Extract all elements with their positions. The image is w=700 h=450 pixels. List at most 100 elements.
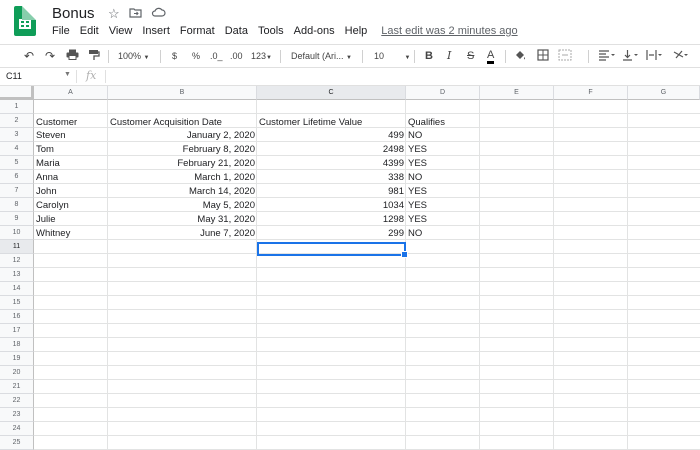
cell-qualifies[interactable]: YES — [406, 185, 480, 198]
increase-decimal-button[interactable]: .00 — [230, 49, 243, 63]
cell-c2[interactable]: Customer Lifetime Value — [257, 116, 406, 129]
document-title[interactable]: Bonus — [52, 5, 95, 22]
menu-edit[interactable]: Edit — [80, 25, 99, 37]
active-cell-selection[interactable] — [257, 242, 408, 258]
row-header[interactable]: 7 — [0, 184, 34, 198]
column-header-e[interactable]: E — [480, 86, 554, 100]
horizontal-align-icon[interactable] — [598, 49, 616, 65]
column-header-c[interactable]: C — [257, 86, 406, 100]
row-header[interactable]: 24 — [0, 422, 34, 436]
cell-customer[interactable]: Julie — [34, 213, 108, 226]
cell-customer[interactable]: Tom — [34, 143, 108, 156]
menu-data[interactable]: Data — [225, 25, 248, 37]
bold-button[interactable]: B — [425, 49, 433, 63]
row-header[interactable]: 17 — [0, 324, 34, 338]
row-header[interactable]: 23 — [0, 408, 34, 422]
row-header[interactable]: 10 — [0, 226, 34, 240]
row-header[interactable]: 12 — [0, 254, 34, 268]
row-header[interactable]: 13 — [0, 268, 34, 282]
row-header[interactable]: 20 — [0, 366, 34, 380]
column-header-a[interactable]: A — [34, 86, 108, 100]
cell-customer[interactable]: John — [34, 185, 108, 198]
percent-format-button[interactable]: % — [192, 49, 200, 63]
star-icon[interactable]: ☆ — [108, 6, 120, 22]
menu-add-ons[interactable]: Add-ons — [294, 25, 335, 37]
cell-lifetime-value[interactable]: 1034 — [257, 199, 406, 212]
cell-customer[interactable]: Whitney — [34, 227, 108, 240]
row-header[interactable]: 18 — [0, 338, 34, 352]
row-header[interactable]: 5 — [0, 156, 34, 170]
cell-lifetime-value[interactable]: 338 — [257, 171, 406, 184]
menu-format[interactable]: Format — [180, 25, 215, 37]
cell-qualifies[interactable]: NO — [406, 129, 480, 142]
name-box[interactable]: C11 — [6, 71, 22, 81]
cloud-status-icon[interactable] — [151, 6, 166, 21]
cell-a2[interactable]: Customer — [34, 116, 108, 129]
row-header[interactable]: 15 — [0, 296, 34, 310]
cell-qualifies[interactable]: YES — [406, 213, 480, 226]
borders-icon[interactable] — [537, 49, 549, 65]
cell-customer[interactable]: Steven — [34, 129, 108, 142]
menu-view[interactable]: View — [109, 25, 133, 37]
column-header-f[interactable]: F — [554, 86, 628, 100]
row-header[interactable]: 4 — [0, 142, 34, 156]
row-header[interactable]: 3 — [0, 128, 34, 142]
row-header[interactable]: 25 — [0, 436, 34, 450]
redo-icon[interactable]: ↷ — [45, 49, 55, 63]
cell-qualifies[interactable]: NO — [406, 171, 480, 184]
cell-acquisition-date[interactable]: February 8, 2020 — [108, 143, 257, 156]
strikethrough-button[interactable]: S — [467, 49, 474, 63]
cell-acquisition-date[interactable]: June 7, 2020 — [108, 227, 257, 240]
text-wrapping-icon[interactable] — [646, 49, 664, 65]
cell-acquisition-date[interactable]: January 2, 2020 — [108, 129, 257, 142]
vertical-align-icon[interactable] — [622, 49, 640, 65]
cell-acquisition-date[interactable]: May 5, 2020 — [108, 199, 257, 212]
cell-lifetime-value[interactable]: 299 — [257, 227, 406, 240]
menu-help[interactable]: Help — [345, 25, 368, 37]
row-header[interactable]: 6 — [0, 170, 34, 184]
row-header[interactable]: 2 — [0, 114, 34, 128]
decrease-decimal-button[interactable]: .0_ — [210, 49, 223, 63]
menu-tools[interactable]: Tools — [258, 25, 284, 37]
row-header[interactable]: 8 — [0, 198, 34, 212]
cell-b2[interactable]: Customer Acquisition Date — [108, 116, 257, 129]
cell-d2[interactable]: Qualifies — [406, 116, 480, 129]
menu-file[interactable]: File — [52, 25, 70, 37]
cell-qualifies[interactable]: YES — [406, 199, 480, 212]
cell-customer[interactable]: Maria — [34, 157, 108, 170]
column-header-d[interactable]: D — [406, 86, 480, 100]
font-size-select[interactable]: 10 ▼ — [374, 49, 410, 65]
text-color-button[interactable]: A — [487, 49, 495, 64]
move-to-folder-icon[interactable] — [129, 6, 142, 21]
cell-lifetime-value[interactable]: 981 — [257, 185, 406, 198]
undo-icon[interactable]: ↶ — [24, 49, 34, 63]
row-header[interactable]: 1 — [0, 100, 34, 114]
row-header[interactable]: 14 — [0, 282, 34, 296]
menu-insert[interactable]: Insert — [142, 25, 170, 37]
row-header[interactable]: 22 — [0, 394, 34, 408]
cell-lifetime-value[interactable]: 2498 — [257, 143, 406, 156]
cell-qualifies[interactable]: YES — [406, 143, 480, 156]
cell-lifetime-value[interactable]: 499 — [257, 129, 406, 142]
currency-format-button[interactable]: $ — [172, 49, 177, 63]
paint-format-icon[interactable] — [88, 49, 100, 65]
cell-qualifies[interactable]: YES — [406, 157, 480, 170]
more-formats-button[interactable]: 123▼ — [251, 49, 272, 65]
cell-qualifies[interactable]: NO — [406, 227, 480, 240]
print-icon[interactable] — [66, 49, 79, 64]
row-header[interactable]: 11 — [0, 240, 34, 254]
text-rotation-icon[interactable] — [672, 49, 690, 65]
zoom-select[interactable]: 100% ▼ — [118, 49, 150, 65]
cell-lifetime-value[interactable]: 1298 — [257, 213, 406, 226]
sheets-logo-icon[interactable] — [14, 6, 36, 36]
cell-lifetime-value[interactable]: 4399 — [257, 157, 406, 170]
last-edit-link[interactable]: Last edit was 2 minutes ago — [381, 25, 517, 37]
column-header-g[interactable]: G — [628, 86, 700, 100]
cell-acquisition-date[interactable]: March 14, 2020 — [108, 185, 257, 198]
fill-color-icon[interactable] — [514, 49, 526, 65]
cell-acquisition-date[interactable]: May 31, 2020 — [108, 213, 257, 226]
row-header[interactable]: 16 — [0, 310, 34, 324]
cell-acquisition-date[interactable]: March 1, 2020 — [108, 171, 257, 184]
cell-customer[interactable]: Carolyn — [34, 199, 108, 212]
row-header[interactable]: 21 — [0, 380, 34, 394]
